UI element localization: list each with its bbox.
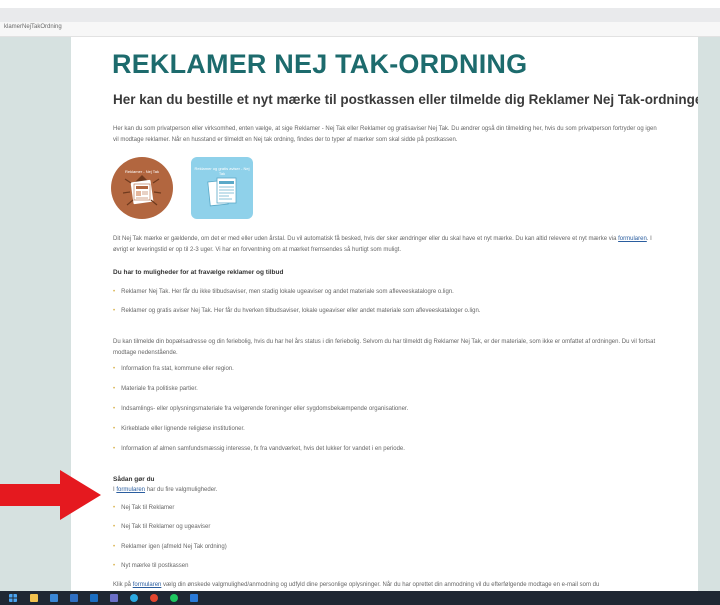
list-item-text: Reklamer igen (afmeld Nej Tak ordning)	[121, 544, 227, 550]
list-item: • Information fra stat, kommune eller reg…	[113, 366, 234, 372]
page-subtitle: Her kan du bestille et nyt mærke til pos…	[113, 92, 698, 107]
list-item-text: Nej Tak til Reklamer	[121, 505, 175, 511]
list-item-text: Kirkeblade eller lignende religiøse inst…	[121, 426, 245, 432]
red-arrow-annotation-icon	[0, 470, 101, 520]
list-item: • Nej Tak til Reklamer	[113, 505, 174, 511]
form-link[interactable]: formularen	[618, 236, 647, 242]
right-page-margin	[698, 37, 720, 591]
list-item-text: Nyt mærke til postkassen	[121, 563, 189, 569]
validity-paragraph: Dit Nej Tak mærke er gældende, om det er…	[113, 234, 663, 256]
options-heading: Du har to muligheder for at fravælge rek…	[113, 269, 284, 276]
bullet-icon: •	[113, 524, 116, 530]
list-item: • Nyt mærke til postkassen	[113, 563, 188, 569]
mail-icon[interactable]	[70, 594, 78, 602]
howto-intro-text-end: har du fire valgmuligheder.	[145, 487, 218, 493]
browser-tab-title[interactable]: klamerNejTakOrdning	[4, 24, 62, 30]
list-item: • Kirkeblade eller lignende religiøse ins…	[113, 426, 245, 432]
list-item: • Materiale fra politiske partier.	[113, 386, 198, 392]
store-icon[interactable]	[50, 594, 58, 602]
list-item-text: Materiale fra politiske partier.	[121, 386, 198, 392]
teams-icon[interactable]	[110, 594, 118, 602]
windows-start-icon[interactable]	[9, 594, 17, 602]
bullet-icon: •	[113, 505, 116, 511]
bullet-icon: •	[113, 544, 116, 550]
howto-heading: Sådan gør du	[113, 476, 155, 483]
list-item: • Indsamlings- eller oplysningsmateriale …	[113, 406, 408, 412]
list-item-text: Reklamer og gratis aviser Nej Tak. Her f…	[121, 308, 481, 314]
top-strip	[0, 0, 720, 8]
howto-intro: I formularen har du fire valgmuligheder.	[113, 485, 663, 496]
bullet-icon: •	[113, 386, 116, 392]
bullet-icon: •	[113, 446, 116, 452]
form-link[interactable]: formularen	[116, 487, 145, 493]
bullet-icon: •	[113, 426, 116, 432]
list-item: • Reklamer og gratis aviser Nej Tak. Her …	[113, 308, 481, 314]
list-item: • Nej Tak til Reklamer og ugeaviser	[113, 524, 210, 530]
list-item: • Reklamer igen (afmeld Nej Tak ordning)	[113, 544, 227, 550]
spotify-icon[interactable]	[170, 594, 178, 602]
page-content: REKLAMER NEJ TAK-ORDNING Her kan du best…	[71, 37, 698, 591]
list-item: • Information af almen samfundsmæssig int…	[113, 446, 405, 452]
bullet-icon: •	[113, 406, 116, 412]
browser-tab-row: klamerNejTakOrdning	[0, 22, 720, 37]
reklamer-nej-tak-sticker-image: Reklamer - Nej Tak	[111, 157, 173, 219]
page-title: REKLAMER NEJ TAK-ORDNING	[112, 49, 528, 79]
final-paragraph: Klik på formularen vælg din ønskede valg…	[113, 580, 663, 591]
outlook-icon[interactable]	[90, 594, 98, 602]
address-paragraph: Du kan tilmelde din bopælsadresse og din…	[113, 339, 656, 356]
edge-icon[interactable]	[130, 594, 138, 602]
reklamer-og-gratisaviser-sticker-image: Reklamer og gratis aviser - Nej Tak	[191, 157, 253, 219]
final-text-end: vælg din ønskede valgmulighed/anmodning …	[161, 582, 600, 588]
bullet-icon: •	[113, 366, 116, 372]
list-item-text: Information af almen samfundsmæssig inte…	[121, 446, 405, 452]
validity-text: Dit Nej Tak mærke er gældende, om det er…	[113, 236, 619, 242]
newspaper-stack-icon	[122, 175, 162, 206]
newspapers-icon	[207, 177, 237, 207]
list-item-text: Nej Tak til Reklamer og ugeaviser	[121, 524, 211, 530]
intro-paragraph: Her kan du som privatperson eller virkso…	[113, 126, 657, 143]
bullet-icon: •	[113, 308, 116, 314]
windows-taskbar	[0, 591, 720, 605]
form-link[interactable]: formularen	[133, 582, 162, 588]
chrome-icon[interactable]	[150, 594, 158, 602]
list-item-text: Reklamer Nej Tak. Her får du ikke tilbud…	[121, 289, 454, 295]
app-icon[interactable]	[190, 594, 198, 602]
list-item-text: Indsamlings- eller oplysningsmateriale f…	[121, 406, 409, 412]
list-item: • Reklamer Nej Tak. Her får du ikke tilbu…	[113, 289, 454, 295]
browser-toolbar	[0, 8, 720, 22]
file-explorer-icon[interactable]	[30, 594, 38, 602]
list-item-text: Information fra stat, kommune eller regi…	[121, 366, 234, 372]
final-text: Klik på	[113, 582, 133, 588]
bullet-icon: •	[113, 563, 116, 569]
bullet-icon: •	[113, 289, 116, 295]
